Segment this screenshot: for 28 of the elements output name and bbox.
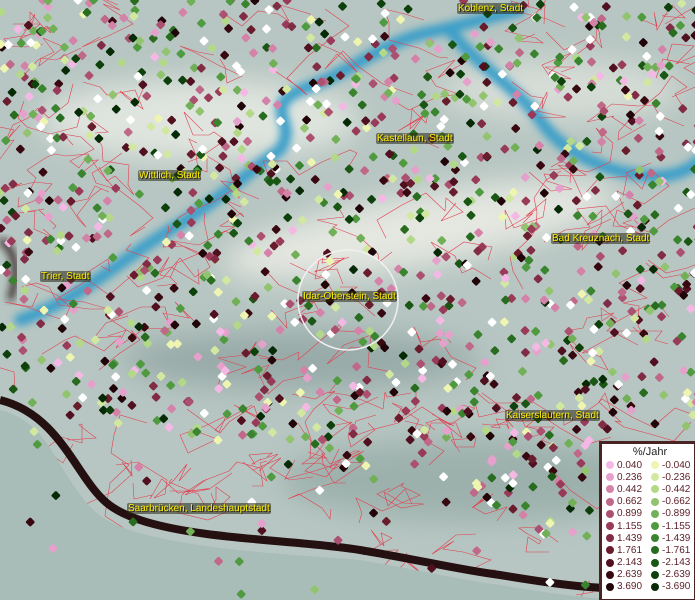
legend-title: %/Jahr <box>632 446 668 458</box>
legend-value: -0.040 <box>662 460 690 471</box>
legend-value: -1.155 <box>662 520 690 532</box>
legend-value: -0.899 <box>662 508 690 520</box>
place-label: Kastellaun, Stadt <box>376 133 454 144</box>
place-label: Koblenz, Stadt <box>457 3 524 14</box>
legend-value: 0.662 <box>617 496 642 508</box>
legend-value: -3.690 <box>662 581 690 592</box>
legend-value: -2.639 <box>662 569 690 580</box>
legend-value: -2.143 <box>662 557 690 568</box>
legend-value: 2.143 <box>617 557 642 568</box>
legend-value: -0.662 <box>662 496 690 508</box>
place-label: Trier, Stadt <box>40 271 91 282</box>
legend-value: -1.761 <box>662 544 690 556</box>
legend-value: 2.639 <box>617 569 642 580</box>
place-label: Saarbrücken, Landeshauptstadt <box>127 503 271 514</box>
legend-value: 0.442 <box>617 484 642 495</box>
place-label: Kaiserslautern, Stadt <box>505 410 600 421</box>
legend-value: 0.899 <box>617 508 642 520</box>
legend-value: -0.236 <box>662 472 690 483</box>
legend-value: 3.690 <box>617 581 642 592</box>
legend-value: 0.040 <box>617 460 642 471</box>
legend-value: 1.761 <box>617 544 642 556</box>
legend-value: 1.155 <box>617 520 642 532</box>
legend-value: -0.442 <box>662 484 690 495</box>
legend-value: 0.236 <box>617 472 642 483</box>
legend-value: -1.439 <box>662 532 690 544</box>
legend-value: 1.439 <box>617 532 642 544</box>
